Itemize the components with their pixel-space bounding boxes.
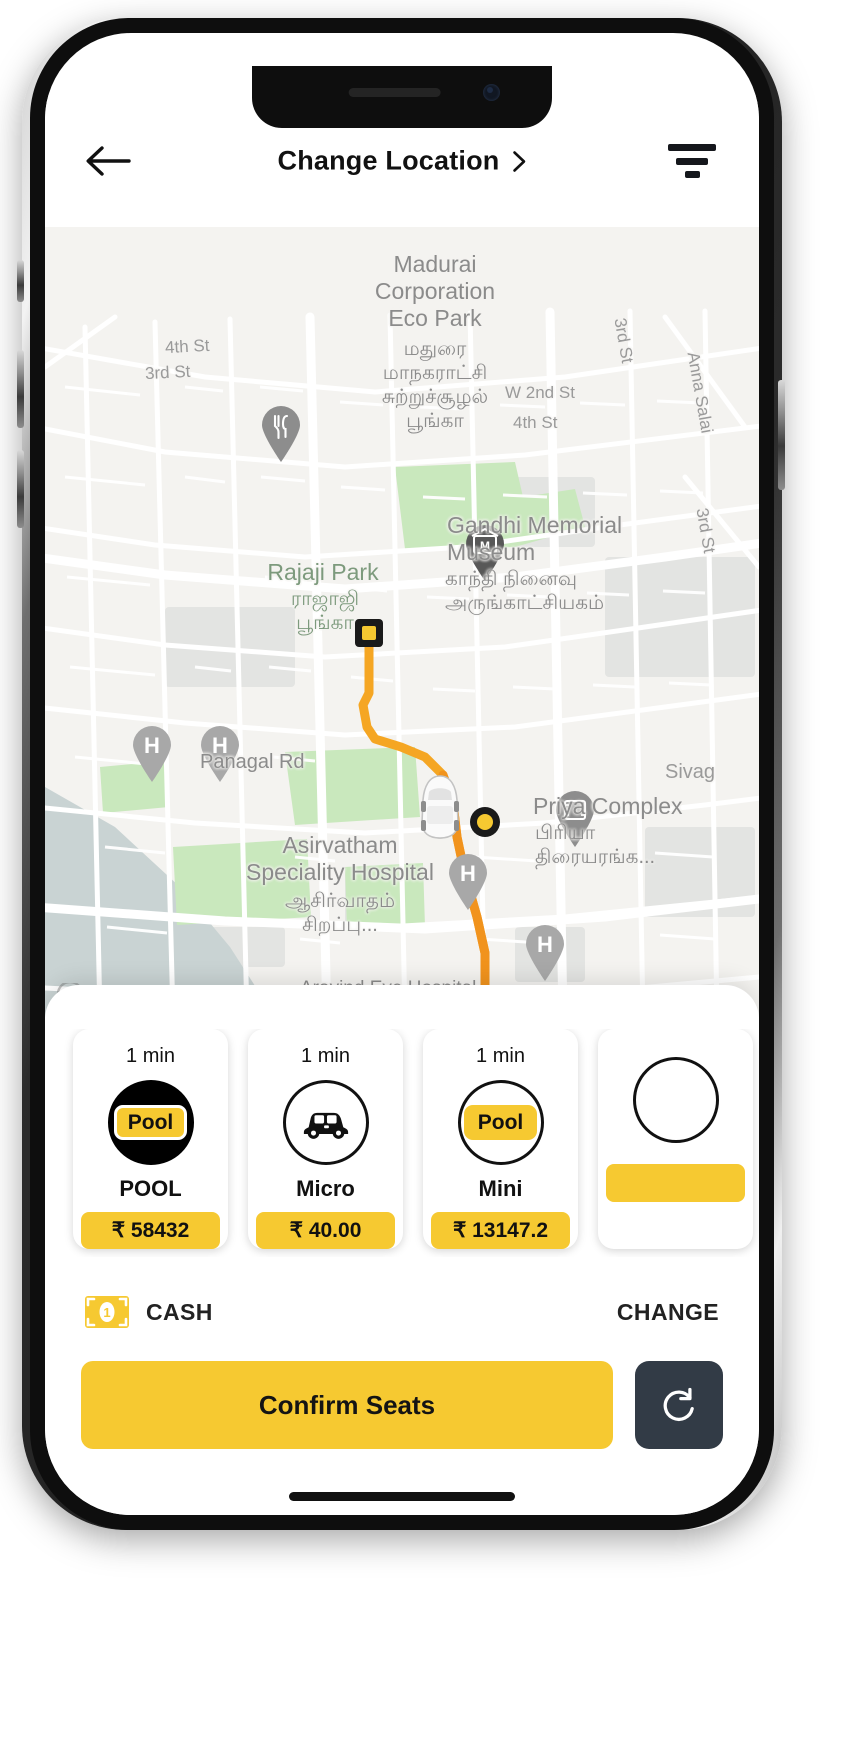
hospital-pin[interactable]: H [523, 924, 567, 982]
svg-text:H: H [537, 932, 553, 957]
ride-name: Mini [478, 1175, 523, 1201]
ride-price: ₹ 13147.2 [431, 1211, 570, 1249]
phone-power-button[interactable] [778, 380, 785, 490]
earpiece-speaker [348, 88, 441, 97]
car-top-view-icon [411, 770, 469, 844]
hospital-pin[interactable]: H [198, 725, 242, 783]
svg-text:H: H [460, 861, 476, 886]
phone-notch [252, 66, 552, 128]
ride-badge-label: Pool [463, 1104, 538, 1140]
page-title: Change Location [277, 145, 500, 176]
map-view[interactable]: M H H H H Madurai Corporation Eco Park ம… [45, 227, 759, 1017]
museum-pin[interactable]: M [463, 524, 507, 582]
hospital-pin[interactable]: H [446, 853, 490, 911]
front-camera [483, 84, 500, 101]
ride-price: ₹ 40.00 [256, 1211, 395, 1249]
ride-eta: 1 min [126, 1045, 175, 1067]
chevron-right-icon [513, 150, 527, 172]
phone-screen: Change Location M H H H H Madurai Corpor… [45, 33, 759, 1515]
ride-options-sheet: 1 min Pool POOL ₹ 58432 1 min Micro ₹ 40… [45, 985, 759, 1515]
ride-name: POOL [119, 1175, 182, 1201]
filter-lines-icon[interactable] [667, 144, 717, 178]
ride-badge-label: Pool [113, 1104, 188, 1140]
back-arrow-icon[interactable] [85, 144, 131, 178]
confirm-row: Confirm Seats [45, 1361, 759, 1449]
svg-text:H: H [144, 733, 160, 758]
ride-name: Micro [296, 1175, 355, 1201]
ride-eta: 1 min [476, 1045, 525, 1067]
refresh-icon[interactable] [635, 1361, 723, 1449]
payment-method-button[interactable]: 1 CASH [85, 1296, 213, 1328]
screenshot-root: Change Location M H H H H Madurai Corpor… [0, 0, 868, 1743]
change-location-button[interactable]: Change Location [277, 146, 526, 177]
map-canvas [45, 227, 759, 1017]
change-payment-button[interactable]: CHANGE [617, 1299, 719, 1326]
ride-options-list[interactable]: 1 min Pool POOL ₹ 58432 1 min Micro ₹ 40… [45, 1029, 759, 1257]
ride-option-card[interactable]: 1 min Micro ₹ 40.00 [248, 1029, 403, 1249]
svg-text:1: 1 [103, 1305, 110, 1320]
ride-option-card[interactable]: 1 min Pool POOL ₹ 58432 [73, 1029, 228, 1249]
svg-text:M: M [480, 539, 490, 553]
home-indicator [289, 1492, 515, 1501]
pool-badge-icon: Pool [107, 1080, 194, 1165]
ride-eta: 1 min [301, 1045, 350, 1067]
car-icon [282, 1080, 369, 1165]
hospital-pin[interactable]: H [130, 725, 174, 783]
ride-price: ₹ 58432 [81, 1211, 220, 1249]
svg-text:H: H [212, 733, 228, 758]
phone-volume-up-button[interactable] [17, 350, 24, 428]
ride-price [606, 1164, 745, 1202]
cash-note-icon: 1 [85, 1296, 129, 1328]
payment-row: 1 CASH CHANGE [45, 1285, 759, 1339]
confirm-seats-button[interactable]: Confirm Seats [81, 1361, 613, 1449]
phone-mute-switch[interactable] [17, 260, 24, 302]
vehicle-icon [632, 1057, 719, 1143]
theater-pin[interactable] [553, 790, 597, 848]
payment-method-label: CASH [146, 1298, 213, 1325]
ride-option-card[interactable] [598, 1029, 753, 1249]
ride-option-card[interactable]: 1 min Pool Mini ₹ 13147.2 [423, 1029, 578, 1249]
restaurant-pin[interactable] [259, 405, 303, 463]
phone-volume-down-button[interactable] [17, 450, 24, 528]
pool-badge-icon: Pool [457, 1080, 544, 1165]
